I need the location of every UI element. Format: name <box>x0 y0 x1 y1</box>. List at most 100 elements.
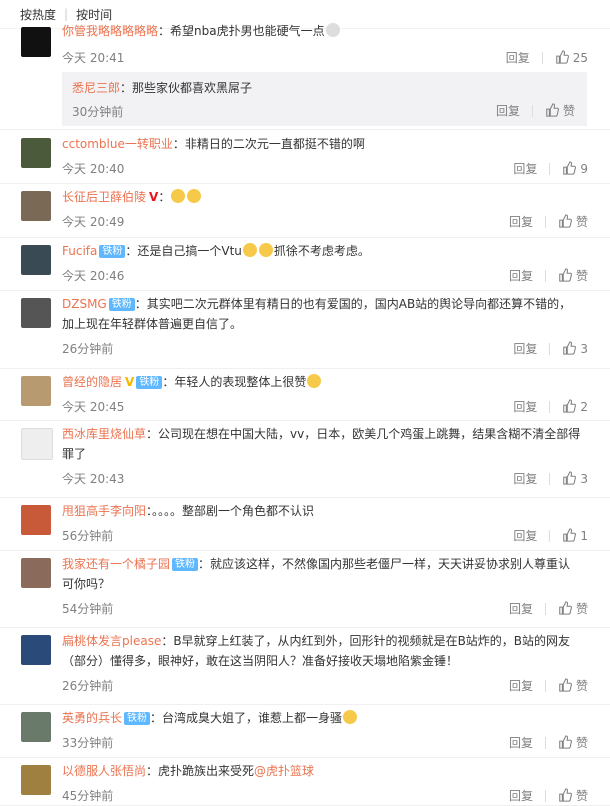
avatar[interactable] <box>21 558 51 588</box>
comment-username[interactable]: 我家还有一个橘子园 <box>62 557 170 571</box>
like-button[interactable]: 赞 <box>558 677 588 694</box>
reply-button[interactable]: 回复 <box>496 102 520 119</box>
reply-username[interactable]: 悉尼三郎 <box>72 81 120 95</box>
like-button[interactable]: 赞 <box>558 600 588 617</box>
like-button[interactable]: 2 <box>562 399 588 414</box>
comment-username[interactable]: 西冰库里烧仙草 <box>62 427 146 441</box>
thumb-up-icon <box>563 471 577 485</box>
thumbs-up-emoji-icon <box>171 189 186 203</box>
like-count: 赞 <box>575 736 588 750</box>
comment-username[interactable]: DZSMG <box>62 297 107 311</box>
like-button[interactable]: 9 <box>562 161 588 176</box>
reply-button[interactable]: 回复 <box>513 160 537 177</box>
reply-text: ：那些家伙都喜欢黑屌子 <box>120 81 253 95</box>
comment-username[interactable]: 英勇的兵长 <box>62 711 122 725</box>
avatar[interactable] <box>21 428 53 460</box>
comment-text: ：B早就穿上红装了，从内红到外，回形针的视频就是在B站炸的，B站的网友 <box>161 634 571 648</box>
divider <box>549 400 551 413</box>
thumb-up-icon <box>559 678 572 692</box>
avatar[interactable] <box>21 635 51 665</box>
avatar[interactable] <box>21 765 51 795</box>
comment-text-cont: 可你吗？ <box>62 577 111 591</box>
comment-username[interactable]: 你管我略略略略略 <box>62 24 158 38</box>
comment-time: 45分钟前 <box>62 789 114 803</box>
like-button[interactable]: 赞 <box>558 267 588 284</box>
comment-text: ：公司现在想在中国大陆，vv，日本，欧美几个鸡蛋上跳舞，结果含糊不清全部得 <box>146 427 581 441</box>
like-button[interactable]: 赞 <box>558 787 588 804</box>
comment-item: 我家还有一个橘子园 铁粉 ：就应该这样，不然像国内那些老僵尸一样，天天讲妥协求别人尊… <box>0 550 610 628</box>
reply-button[interactable]: 回复 <box>509 267 533 284</box>
comment-item: cctomblue一转职业：非精日的二次元一直都挺不错的啊 今天 20:40 回… <box>0 130 610 184</box>
like-button[interactable]: 3 <box>562 471 588 486</box>
comment-time: 今天 20:43 <box>62 472 125 486</box>
like-count: 赞 <box>575 789 588 803</box>
avatar[interactable] <box>21 298 51 328</box>
avatar[interactable] <box>21 245 51 275</box>
emoji-icon <box>325 23 340 37</box>
comment-time: 今天 20:49 <box>62 215 125 229</box>
avatar[interactable] <box>21 505 51 535</box>
thumb-up-icon <box>555 50 569 64</box>
avatar[interactable] <box>21 27 51 57</box>
reply-button[interactable]: 回复 <box>509 213 533 230</box>
like-button[interactable]: 25 <box>555 50 588 65</box>
comment-time: 26分钟前 <box>62 679 114 693</box>
comment-text: ：希望nba虎扑男也能硬气一点 <box>158 24 325 38</box>
thumb-up-icon <box>559 214 572 228</box>
fan-badge: 铁粉 <box>108 298 135 311</box>
like-button[interactable]: 3 <box>562 341 588 356</box>
mention-link[interactable]: @虎扑篮球 <box>254 764 314 778</box>
comment-time: 33分钟前 <box>62 736 114 750</box>
like-button[interactable]: 1 <box>562 528 588 543</box>
comment-item: 西冰库里烧仙草：公司现在想在中国大陆，vv，日本，欧美几个鸡蛋上跳舞，结果含糊不… <box>0 420 610 498</box>
reply-button[interactable]: 回复 <box>509 734 533 751</box>
comment-username[interactable]: 甩狙高手李向阳 <box>62 504 146 518</box>
like-count: 赞 <box>575 679 588 693</box>
like-count: 赞 <box>575 269 588 283</box>
comment-text: ：虎扑跪族出来受死 <box>146 764 255 778</box>
reply-button[interactable]: 回复 <box>509 677 533 694</box>
comment-text: ：其实吧二次元群体里有精日的也有爱国的，国内AB站的舆论导向都还算不错的， <box>134 297 572 311</box>
like-button[interactable]: 赞 <box>558 213 588 230</box>
comment-username[interactable]: 扁桃体发言please <box>62 634 161 648</box>
thumb-up-icon <box>563 341 577 355</box>
comment-username[interactable]: cctomblue一转职业 <box>62 137 173 151</box>
divider <box>544 269 546 282</box>
divider <box>549 472 551 485</box>
comment-time: 今天 20:40 <box>62 162 125 176</box>
reply-button[interactable]: 回复 <box>506 49 530 66</box>
avatar[interactable] <box>21 376 51 406</box>
reply-button[interactable]: 回复 <box>509 787 533 804</box>
like-count: 2 <box>580 400 588 414</box>
avatar[interactable] <box>21 138 51 168</box>
avatar[interactable] <box>21 712 51 742</box>
avatar[interactable] <box>21 191 51 221</box>
reply-button[interactable]: 回复 <box>513 340 537 357</box>
comment-item: DZSMG 铁粉 ：其实吧二次元群体里有精日的也有爱国的，国内AB站的舆论导向都还算… <box>0 290 610 369</box>
comment-item: 英勇的兵长 铁粉 ：台湾成臭大姐了，谁惹上都一身骚 33分钟前 回复 赞 <box>0 704 610 758</box>
thumb-up-icon <box>559 735 572 749</box>
comment-time: 56分钟前 <box>62 529 114 543</box>
comment-text: ：非精日的二次元一直都挺不错的啊 <box>172 137 365 151</box>
comment-item: 你管我略略略略略：希望nba虎扑男也能硬气一点 今天 20:41 回复 25 悉… <box>0 17 610 130</box>
reply-button[interactable]: 回复 <box>513 398 537 415</box>
reply-button[interactable]: 回复 <box>513 470 537 487</box>
reply-button[interactable]: 回复 <box>509 600 533 617</box>
reply-button[interactable]: 回复 <box>513 527 537 544</box>
comment-text-cont: 加上现在年轻群体普遍更自信了。 <box>62 317 243 331</box>
thumb-up-icon <box>559 601 572 615</box>
like-count: 3 <box>580 342 588 356</box>
like-button[interactable]: 赞 <box>558 734 588 751</box>
comment-username[interactable]: 曾经的隐居 <box>62 375 122 389</box>
like-button[interactable]: 赞 <box>545 102 575 119</box>
comment-username[interactable]: 以德服人张悟尚 <box>62 764 146 778</box>
fan-badge: 铁粉 <box>99 245 126 258</box>
like-count: 赞 <box>575 602 588 616</box>
thumb-up-icon <box>559 788 572 802</box>
comment-username[interactable]: 长征后卫薛伯陵 <box>62 190 146 204</box>
divider <box>544 602 546 615</box>
comment-username[interactable]: Fucifa <box>62 244 97 258</box>
like-count: 1 <box>580 529 588 543</box>
comment-time: 26分钟前 <box>62 342 114 356</box>
reply-time: 30分钟前 <box>72 105 124 119</box>
